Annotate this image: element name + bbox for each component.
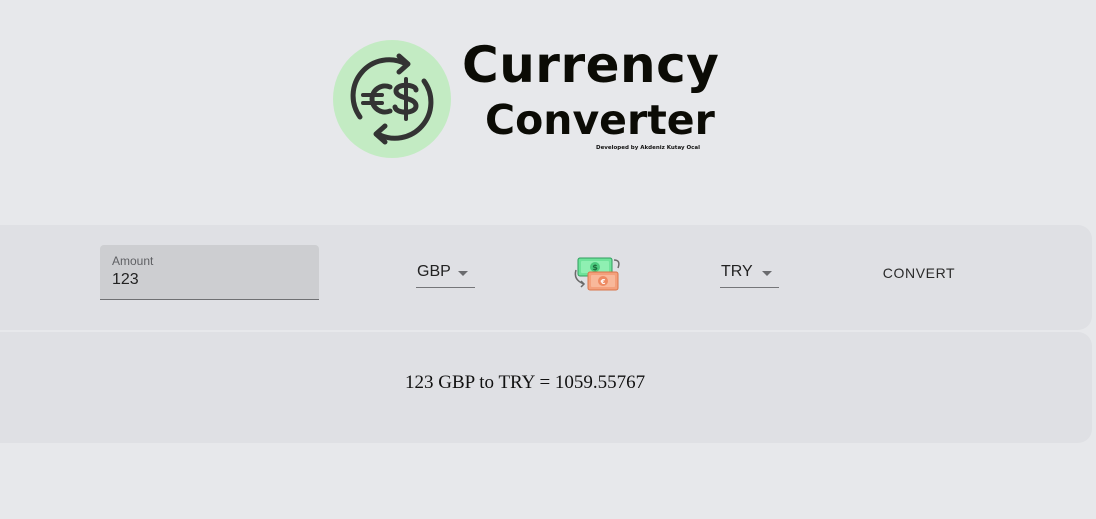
app-title-line2: Converter [485,96,715,144]
convert-button[interactable]: CONVERT [872,257,966,289]
chevron-down-icon [762,271,772,276]
to-currency-value: TRY [721,263,753,280]
money-swap-icon[interactable]: $ € [572,256,622,292]
svg-text:€: € [600,278,606,286]
converter-panel: Amount GBP $ € TRY CONVERT [0,225,1092,330]
chevron-down-icon [458,271,468,276]
currency-exchange-icon [333,40,451,158]
amount-label: Amount [112,254,154,268]
app-logo: Currency Converter Developed by Akdeniz … [332,38,732,162]
amount-input[interactable] [112,271,307,289]
app-title-line1: Currency [462,36,720,94]
to-currency-select[interactable]: TRY [720,261,779,288]
from-currency-select[interactable]: GBP [416,261,475,288]
result-panel: 123 GBP to TRY = 1059.55767 [0,332,1092,443]
developer-credit: Developed by Akdeniz Kutay Ocal [596,145,701,151]
from-currency-value: GBP [417,263,451,280]
svg-text:$: $ [592,263,598,272]
conversion-result: 123 GBP to TRY = 1059.55767 [405,372,646,393]
amount-field[interactable]: Amount [100,245,319,300]
